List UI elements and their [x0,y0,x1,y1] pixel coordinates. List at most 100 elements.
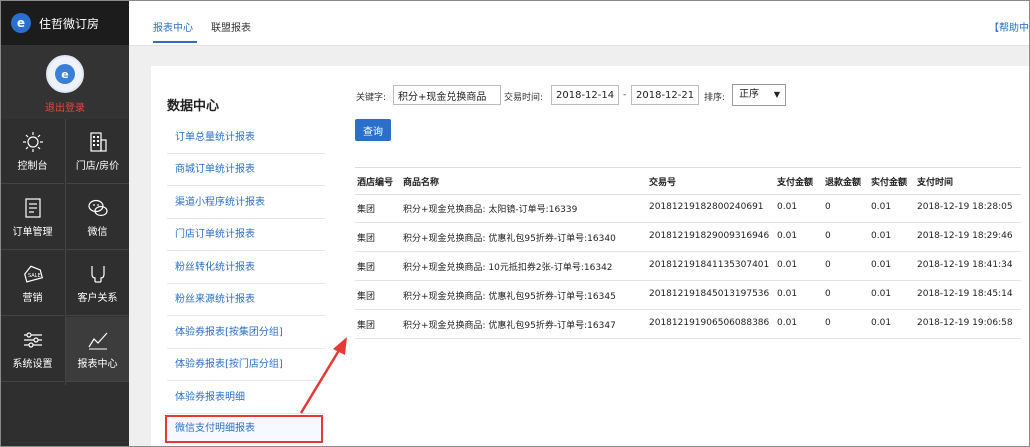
nav-item-order-total[interactable]: 订单总量统计报表 [167,122,325,154]
cell-refund-amount: 0 [825,289,831,299]
nav-item-voucher-detail[interactable]: 体验券报表明细 [167,382,325,414]
nav-item-channel-miniprogram[interactable]: 渠道小程序统计报表 [167,187,325,219]
header-refund-amount: 退款金额 [825,178,862,188]
sidebar-item-label: 订单管理 [12,227,53,238]
cell-refund-amount: 0 [825,202,831,212]
table-row: 集团 积分+现金兑换商品: 10元抵扣券2张-订单号:16342 2018121… [355,251,1021,281]
help-link[interactable]: 【帮助中 [989,19,1029,34]
sidebar-item-dashboard[interactable]: 控制台 [1,119,64,184]
header-pay-amount: 支付金额 [777,178,814,188]
logo-bar: e 住哲微订房 [1,1,129,45]
top-bar: 报表中心 联盟报表 【帮助中 [129,1,1029,46]
cell-refund-amount: 0 [825,231,831,241]
sidebar-item-orders[interactable]: 订单管理 [1,185,64,250]
sidebar: e 住哲微订房 e 退出登录 控制台 门店/房价 订单管理 微信 SALE 营销… [1,1,129,446]
cell-product-name: 积分+现金兑换商品: 优惠礼包95折券-订单号:16340 [403,234,616,244]
cell-hotel-id: 集团 [357,321,376,331]
brand-logo-icon: e [11,13,31,33]
cell-trade-no: 201812191845013197536 [649,289,770,299]
cell-hotel-id: 集团 [357,234,376,244]
avatar[interactable]: e [46,55,84,93]
cell-product-name: 积分+现金兑换商品: 优惠礼包95折券-订单号:16347 [403,321,616,331]
glasses-icon [90,266,105,283]
nav-item-voucher-group[interactable]: 体验券报表[按集团分组] [167,317,325,349]
date-to-input[interactable] [631,85,699,105]
cell-actual-amount: 0.01 [871,289,892,299]
table-row: 集团 积分+现金兑换商品: 太阳镜-订单号:16339 201812191828… [355,193,1021,223]
avatar-logo-icon: e [55,64,75,84]
app-window: e 住哲微订房 e 退出登录 控制台 门店/房价 订单管理 微信 SALE 营销… [0,0,1030,447]
keyword-label: 关键字: [356,93,387,103]
svg-text:SALE: SALE [28,273,41,279]
cell-refund-amount: 0 [825,260,831,270]
cell-trade-no: 201812191841135307401 [649,260,770,270]
header-actual-amount: 实付金额 [871,178,908,188]
table-header: 酒店编号 商品名称 交易号 支付金额 退款金额 实付金额 支付时间 [355,167,1021,195]
keyword-input[interactable] [393,85,501,105]
cell-pay-time: 2018-12-19 19:06:58 [917,318,1013,328]
trade-time-label: 交易时间: [504,93,544,103]
cell-pay-amount: 0.01 [777,202,798,212]
sort-select-value: 正序 [739,89,759,100]
cell-product-name: 积分+现金兑换商品: 太阳镜-订单号:16339 [403,205,578,215]
sidebar-item-stores[interactable]: 门店/房价 [66,119,129,184]
date-from-input[interactable] [551,85,619,105]
page-title: 数据中心 [167,99,220,114]
sidebar-item-label: 报表中心 [77,359,118,370]
cell-pay-amount: 0.01 [777,289,798,299]
cell-actual-amount: 0.01 [871,260,892,270]
active-tab-indicator [153,41,197,43]
cell-product-name: 积分+现金兑换商品: 优惠礼包95折券-订单号:16345 [403,292,616,302]
nav-item-mall-order[interactable]: 商城订单统计报表 [167,154,325,186]
tab-alliance-report[interactable]: 联盟报表 [211,19,251,34]
cell-refund-amount: 0 [825,318,831,328]
user-area: e 退出登录 [1,45,129,119]
cell-actual-amount: 0.01 [871,202,892,212]
cell-pay-time: 2018-12-19 18:41:34 [917,260,1013,270]
nav-item-fan-source[interactable]: 粉丝来源统计报表 [167,284,325,316]
cell-pay-time: 2018-12-19 18:28:05 [917,202,1013,212]
nav-item-store-order[interactable]: 门店订单统计报表 [167,219,325,251]
line-chart-icon [87,332,107,350]
cell-actual-amount: 0.01 [871,318,892,328]
sidebar-item-wechat[interactable]: 微信 [66,185,129,250]
header-pay-time: 支付时间 [917,178,954,188]
app-title: 住哲微订房 [39,16,100,31]
cell-trade-no: 20181219182800240691 [649,202,764,212]
cell-pay-amount: 0.01 [777,260,798,270]
sidebar-item-crm[interactable]: 客户关系 [66,251,129,316]
cell-hotel-id: 集团 [357,263,376,273]
sidebar-item-reports[interactable]: 报表中心 [66,317,129,382]
cell-product-name: 积分+现金兑换商品: 10元抵扣券2张-订单号:16342 [403,263,613,273]
sort-select[interactable]: 正序 ▼ [732,84,786,106]
tab-report-center[interactable]: 报表中心 [153,19,193,34]
sidebar-item-marketing[interactable]: SALE 营销 [1,251,64,316]
nav-item-voucher-store[interactable]: 体验券报表[按门店分组] [167,349,325,381]
cell-pay-time: 2018-12-19 18:45:14 [917,289,1013,299]
cell-actual-amount: 0.01 [871,231,892,241]
nav-item-wechat-pay-detail[interactable]: 微信支付明细报表 [165,415,323,443]
logout-link[interactable]: 退出登录 [1,99,129,114]
date-separator: - [623,90,627,100]
sliders-icon [23,332,42,348]
sidebar-item-label: 营销 [22,293,43,304]
header-trade-no: 交易号 [649,178,677,188]
building-icon [89,132,107,152]
sidebar-item-label: 客户关系 [77,293,118,304]
wechat-icon [87,199,108,217]
cell-pay-time: 2018-12-19 18:29:46 [917,231,1013,241]
sidebar-item-label: 门店/房价 [75,161,120,172]
cell-trade-no: 201812191906506088386 [649,318,770,328]
cell-pay-amount: 0.01 [777,231,798,241]
document-icon [24,198,41,218]
sidebar-item-settings[interactable]: 系统设置 [1,317,64,382]
sun-icon [22,132,43,152]
cell-trade-no: 201812191829009316946 [649,231,770,241]
nav-item-fan-conversion[interactable]: 粉丝转化统计报表 [167,252,325,284]
query-button[interactable]: 查询 [355,119,391,141]
cell-hotel-id: 集团 [357,292,376,302]
header-hotel-id: 酒店编号 [357,178,394,188]
table-row: 集团 积分+现金兑换商品: 优惠礼包95折券-订单号:16347 2018121… [355,309,1021,339]
table-row: 集团 积分+现金兑换商品: 优惠礼包95折券-订单号:16345 2018121… [355,280,1021,310]
sort-label: 排序: [704,93,726,103]
